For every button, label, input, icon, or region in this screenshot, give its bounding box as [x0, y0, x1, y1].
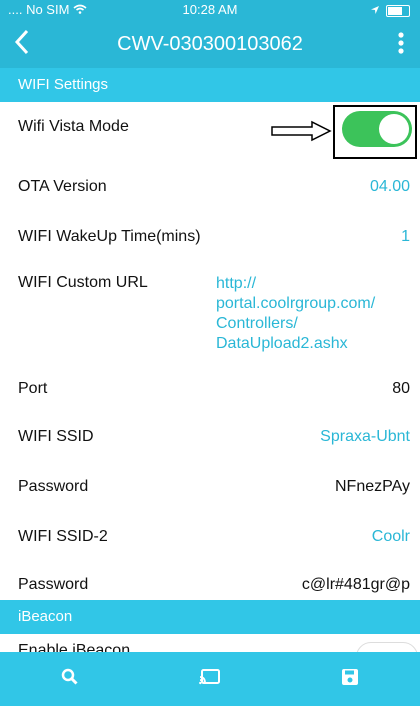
port-label: Port [18, 380, 48, 397]
row-ota-version: OTA Version 04.00 [0, 160, 420, 215]
ota-version-value: 04.00 [369, 178, 410, 195]
row-port[interactable]: Port 80 [0, 366, 420, 411]
password-label: Password [18, 478, 89, 495]
row-enable-ibeacon[interactable]: Enable iBeacon [0, 634, 420, 654]
wifi-custom-url-value[interactable]: http:// portal.coolrgroup.com/ Controlle… [216, 274, 375, 354]
row-password[interactable]: Password NFnezPAy [0, 464, 420, 513]
row-wifi-custom-url[interactable]: WIFI Custom URL http:// portal.coolrgrou… [0, 260, 420, 367]
port-value[interactable]: 80 [392, 380, 410, 398]
wifi-wakeup-time-value[interactable]: 1 [401, 228, 410, 246]
wifi-wakeup-time-label: WIFI WakeUp Time(mins) [18, 228, 201, 245]
section-header-wifi-settings: WIFI Settings [0, 68, 420, 102]
nav-bar: CWV-030300103062 [0, 20, 420, 68]
highlight-box [333, 105, 417, 159]
row-wifi-wakeup-time[interactable]: WIFI WakeUp Time(mins) 1 [0, 214, 420, 261]
page-title: CWV-030300103062 [117, 33, 303, 55]
more-vertical-icon[interactable] [398, 32, 404, 58]
location-arrow-icon [370, 3, 380, 18]
cast-tab[interactable] [140, 652, 280, 706]
search-tab[interactable] [0, 652, 140, 706]
password-value[interactable]: NFnezPAy [335, 478, 410, 496]
status-right [370, 3, 410, 18]
wifi-custom-url-label: WIFI Custom URL [18, 274, 148, 291]
row-password-2[interactable]: Password c@lr#481gr@p [0, 562, 420, 601]
battery-icon [386, 4, 410, 17]
password-2-value[interactable]: c@lr#481gr@p [302, 576, 410, 594]
url-line: portal.coolrgroup.com/ [216, 295, 376, 312]
row-wifi-ssid[interactable]: WIFI SSID Spraxa-Ubnt [0, 410, 420, 465]
wifi-ssid-value[interactable]: Spraxa-Ubnt [320, 428, 410, 446]
section-header-ibeacon: iBeacon [0, 600, 420, 634]
url-line: Controllers/ [216, 315, 298, 332]
clock: 10:28 AM [182, 2, 238, 17]
url-line: http:// [216, 275, 257, 292]
ota-version-label: OTA Version [18, 178, 107, 195]
cast-icon [199, 668, 221, 691]
status-bar: .... No SIM 10:28 AM [0, 0, 420, 20]
wifi-ssid-label: WIFI SSID [18, 428, 94, 445]
password-2-label: Password [18, 576, 89, 593]
bottom-tab-bar [0, 652, 420, 706]
wifi-ssid-2-label: WIFI SSID-2 [18, 528, 108, 545]
save-tab[interactable] [280, 652, 420, 706]
arrow-annotation-icon [270, 120, 332, 147]
search-icon [61, 668, 79, 691]
save-icon [341, 668, 359, 691]
wifi-ssid-2-value[interactable]: Coolr [372, 528, 410, 546]
wifi-vista-mode-label: Wifi Vista Mode [18, 118, 129, 135]
url-line: DataUpload2.ashx [216, 335, 348, 352]
row-wifi-ssid-2[interactable]: WIFI SSID-2 Coolr [0, 512, 420, 563]
